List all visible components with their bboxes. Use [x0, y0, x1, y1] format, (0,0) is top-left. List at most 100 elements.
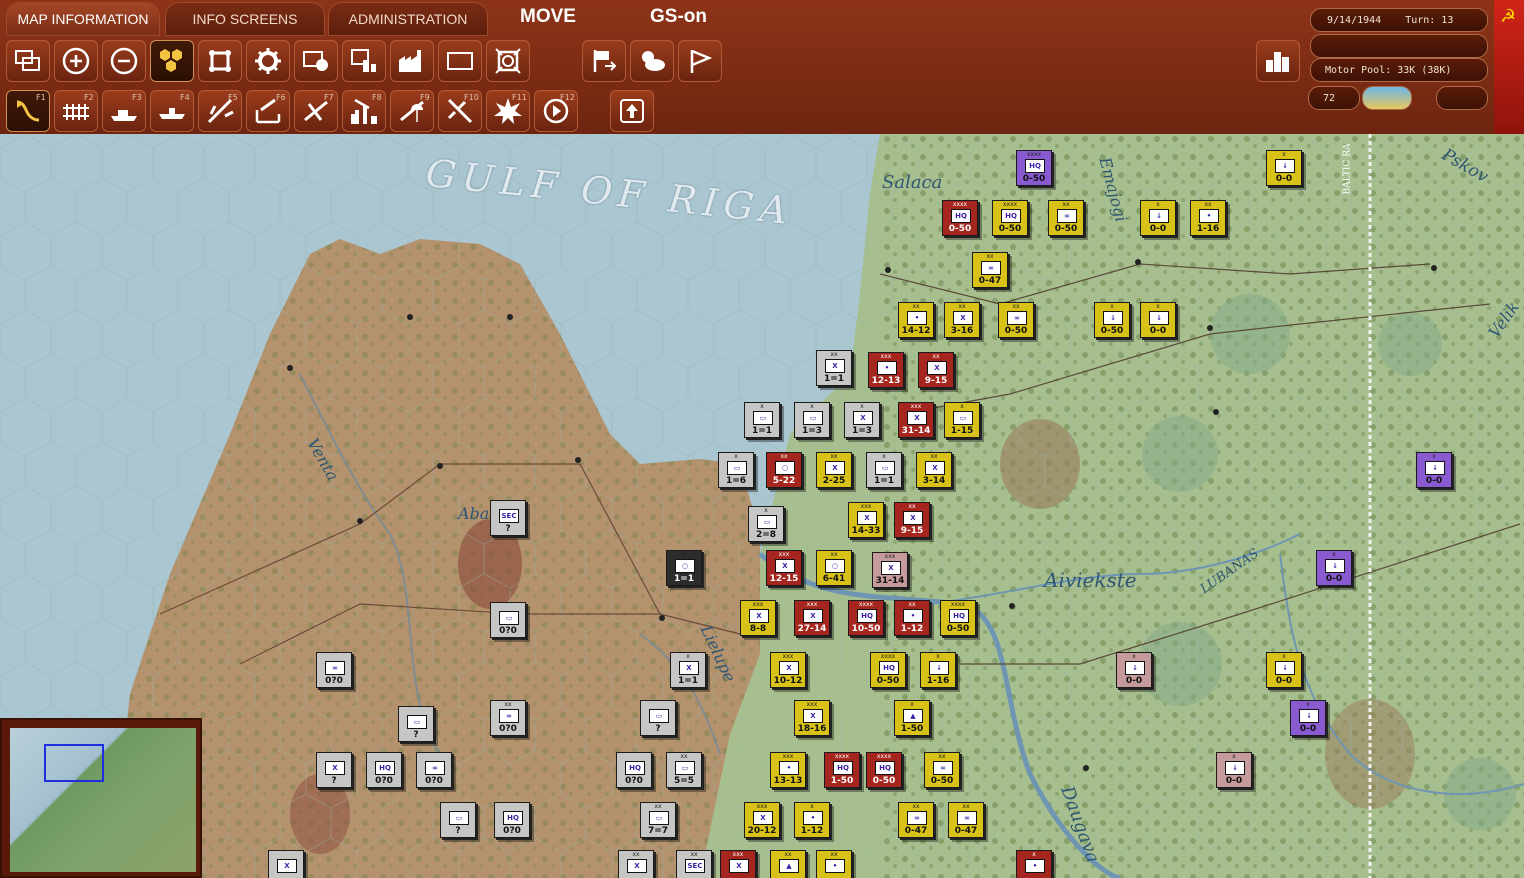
- tab-info-screens[interactable]: INFO SCREENS: [165, 2, 325, 36]
- unit-counter[interactable]: xx ∞ 0-50: [998, 302, 1034, 338]
- unit-counter[interactable]: X: [268, 850, 304, 878]
- unit-counter[interactable]: xx ∞ 0?0: [490, 700, 526, 736]
- unit-counter[interactable]: xxx X 27-14: [791, 597, 830, 636]
- unit-counter[interactable]: xxx X 10-12: [767, 649, 806, 688]
- unit-counter[interactable]: xx ▭ 5=5: [666, 752, 702, 788]
- minimap-viewport[interactable]: [44, 744, 104, 782]
- unit-counter[interactable]: xx ○ 5-22: [766, 452, 802, 488]
- unit-counter[interactable]: x ▭ 1=6: [718, 452, 754, 488]
- unit-counter[interactable]: x ▭ 1=1: [744, 402, 780, 438]
- unit-counter[interactable]: xx • 1-16: [1190, 200, 1226, 236]
- unit-counter[interactable]: xxx X 12-15: [763, 547, 802, 586]
- unit-counter[interactable]: xx X 3-14: [916, 452, 952, 488]
- unit-counter[interactable]: SEC?: [490, 500, 526, 536]
- unit-counter[interactable]: x ↓ 0-0: [1266, 652, 1302, 688]
- unit-counter-button[interactable]: [294, 40, 338, 82]
- unit-counter[interactable]: x •: [1016, 850, 1052, 878]
- unit-counter[interactable]: xxx • 13-13: [767, 749, 806, 788]
- settings-button[interactable]: [246, 40, 290, 82]
- unit-counter[interactable]: x ▲ 1-50: [894, 700, 930, 736]
- unit-counter[interactable]: x ↓ 0-0: [1316, 550, 1352, 586]
- weather-indicator[interactable]: [1362, 86, 1412, 110]
- unit-counter[interactable]: xx X 3-16: [944, 302, 980, 338]
- unit-counter[interactable]: xxx X 18-16: [791, 697, 830, 736]
- unit-counter[interactable]: xxxx HQ 0-50: [1013, 147, 1052, 186]
- game-map[interactable]: GULF OF RIGA Salaca Venta Abava Lielupe …: [0, 134, 1524, 878]
- unit-counter[interactable]: ∞ 0?0: [316, 652, 352, 688]
- unit-counter[interactable]: xx • 14-12: [898, 302, 934, 338]
- unit-counter[interactable]: x ○ 1=1: [666, 550, 702, 586]
- unit-counter[interactable]: xx ▲: [770, 850, 806, 878]
- unit-counter[interactable]: xxxx HQ 10-50: [845, 597, 884, 636]
- unit-counter[interactable]: x • 1-12: [794, 802, 830, 838]
- unit-counter[interactable]: xxx X 8-8: [737, 597, 776, 636]
- unit-counter[interactable]: HQ 0?0: [494, 802, 530, 838]
- unit-counter[interactable]: xx ∞ 0-47: [898, 802, 934, 838]
- statistics-button[interactable]: [1256, 40, 1300, 82]
- unit-counter[interactable]: xxxx HQ 0-50: [867, 649, 906, 688]
- unit-counter[interactable]: xx ∞ 0-50: [1048, 200, 1084, 236]
- unit-bases-button[interactable]: [198, 40, 242, 82]
- hex-grid-button[interactable]: [150, 40, 194, 82]
- unit-counter[interactable]: ∞ 0?0: [416, 752, 452, 788]
- zoom-in-button[interactable]: [54, 40, 98, 82]
- unit-counter[interactable]: HQ 0?0: [366, 752, 402, 788]
- unit-counter[interactable]: xx • 1-12: [894, 600, 930, 636]
- unit-counter[interactable]: x ↓ 0-0: [1140, 302, 1176, 338]
- unit-counter[interactable]: xx •: [816, 850, 852, 878]
- unit-counter[interactable]: xxxx HQ 0-50: [989, 197, 1028, 236]
- flag-export-button[interactable]: [582, 40, 626, 82]
- unit-counter[interactable]: ▭?: [398, 706, 434, 742]
- unit-counter[interactable]: xxx X 31-14: [895, 399, 934, 438]
- unit-counter[interactable]: xxx X 20-12: [741, 799, 780, 838]
- unit-counter[interactable]: xxx • 12-13: [865, 349, 904, 388]
- unit-counter[interactable]: x ↓ 0-0: [1140, 200, 1176, 236]
- unit-counter[interactable]: ▭?: [640, 700, 676, 736]
- unit-counter[interactable]: xxxx HQ 1-50: [821, 749, 860, 788]
- unit-counter[interactable]: xx ∞ 0-50: [924, 752, 960, 788]
- unit-counter[interactable]: xx X 2-25: [816, 452, 852, 488]
- unit-counter[interactable]: X?: [316, 752, 352, 788]
- unit-counter[interactable]: ▭?: [440, 802, 476, 838]
- stack-button[interactable]: [342, 40, 386, 82]
- unit-counter[interactable]: x ↓ 0-0: [1290, 700, 1326, 736]
- zoom-out-button[interactable]: [102, 40, 146, 82]
- unit-counter[interactable]: xxx X 14-33: [845, 499, 884, 538]
- gs-status-indicator[interactable]: GS-on: [650, 6, 707, 28]
- unit-counter[interactable]: xx X 1=1: [816, 350, 852, 386]
- unit-counter[interactable]: x ↓ 0-0: [1416, 452, 1452, 488]
- layers-button[interactable]: [6, 40, 50, 82]
- unit-counter[interactable]: xxxx HQ 0-50: [937, 597, 976, 636]
- unit-counter[interactable]: xx X 9-15: [894, 502, 930, 538]
- unit-counter[interactable]: xxx X: [717, 847, 756, 878]
- unit-counter[interactable]: xx X 9-15: [918, 352, 954, 388]
- unit-counter[interactable]: ▭ 0?0: [490, 602, 526, 638]
- unit-counter[interactable]: xxx X 31-14: [869, 549, 908, 588]
- unit-counter[interactable]: x ▭ 1=1: [866, 452, 902, 488]
- unit-counter[interactable]: x ▭ 2=8: [748, 506, 784, 542]
- unit-counter[interactable]: x ↓ 0-0: [1116, 652, 1152, 688]
- unit-counter[interactable]: x ↓ 0-0: [1266, 150, 1302, 186]
- cover-button[interactable]: [486, 40, 530, 82]
- unit-counter[interactable]: x ▭ 1-15: [944, 402, 980, 438]
- unit-counter[interactable]: xx SEC: [676, 850, 712, 878]
- unit-counter[interactable]: x X 1=3: [844, 402, 880, 438]
- unit-counter[interactable]: x X 1=1: [670, 652, 706, 688]
- unit-counter[interactable]: xxxx HQ 0-50: [939, 197, 978, 236]
- tab-administration[interactable]: ADMINISTRATION: [328, 2, 488, 36]
- upload-button[interactable]: [610, 90, 654, 132]
- flag-button[interactable]: [678, 40, 722, 82]
- unit-counter[interactable]: xx X: [618, 850, 654, 878]
- minimap[interactable]: [0, 718, 202, 878]
- unit-counter[interactable]: xx ▭ 7=7: [640, 802, 676, 838]
- unit-counter[interactable]: xx ∞ 0-47: [948, 802, 984, 838]
- factory-button[interactable]: [390, 40, 434, 82]
- unit-counter[interactable]: x ▭ 1=3: [794, 402, 830, 438]
- unit-counter[interactable]: x ↓ 0-50: [1094, 302, 1130, 338]
- unit-counter[interactable]: x ↓ 1-16: [920, 652, 956, 688]
- weather-button[interactable]: [630, 40, 674, 82]
- unit-counter[interactable]: xx ○ 6-41: [816, 550, 852, 586]
- unit-counter[interactable]: xxxx HQ 0-50: [863, 749, 902, 788]
- unit-counter[interactable]: x ↓ 0-0: [1216, 752, 1252, 788]
- frame-button[interactable]: [438, 40, 482, 82]
